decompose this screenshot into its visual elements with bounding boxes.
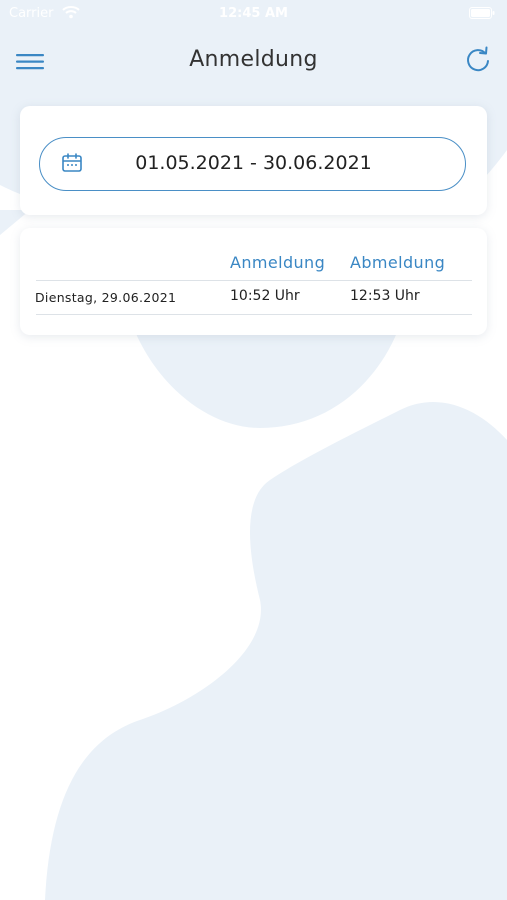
attendance-table-card: Anmeldung Abmeldung Dienstag, 29.06.2021…: [20, 228, 487, 335]
date-range-picker[interactable]: 01.05.2021 - 30.06.2021: [39, 137, 466, 191]
divider: [36, 280, 472, 281]
row-date: Dienstag, 29.06.2021: [35, 290, 177, 305]
page-title: Anmeldung: [189, 47, 318, 72]
date-range-value: 01.05.2021 - 30.06.2021: [135, 152, 372, 174]
status-bar: Carrier 12:45 AM: [0, 0, 507, 28]
row-login-time: 10:52 Uhr: [230, 288, 300, 304]
refresh-button[interactable]: [463, 44, 493, 74]
date-filter-card: 01.05.2021 - 30.06.2021: [20, 106, 487, 215]
refresh-icon: [467, 46, 489, 72]
row-logout-time: 12:53 Uhr: [350, 288, 420, 304]
battery-icon: [469, 7, 495, 23]
clock: 12:45 AM: [219, 6, 288, 21]
column-header-anmeldung: Anmeldung: [230, 253, 326, 272]
column-header-abmeldung: Abmeldung: [350, 253, 446, 272]
divider: [36, 314, 472, 315]
navigation-bar: Anmeldung: [0, 38, 507, 84]
